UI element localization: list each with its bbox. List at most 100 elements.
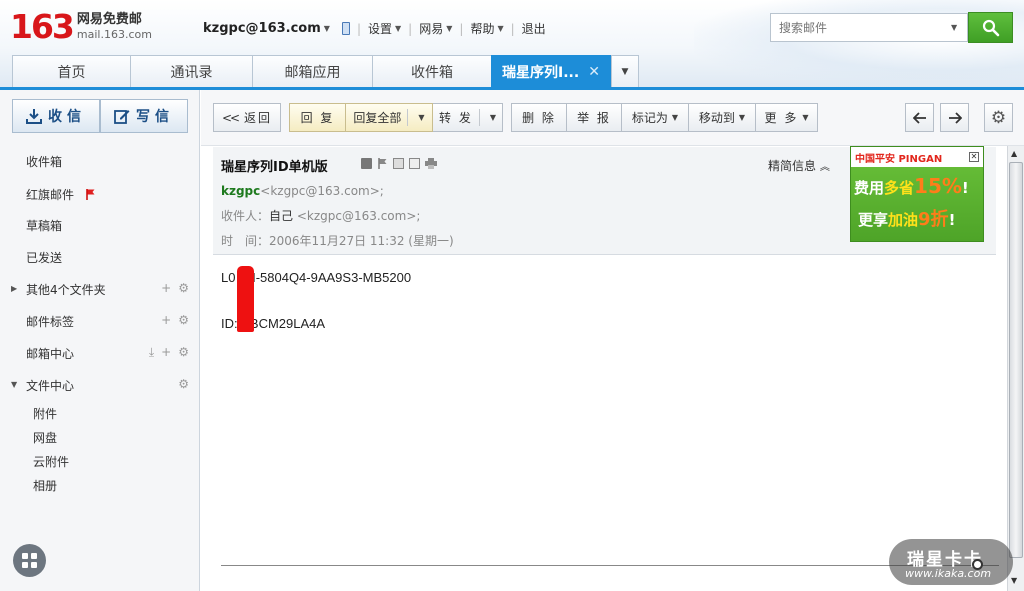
- chevron-down-icon[interactable]: ▼: [395, 24, 401, 33]
- plus-icon[interactable]: +: [161, 313, 171, 327]
- red-redaction-mark: [237, 266, 254, 332]
- brief-info-toggle[interactable]: 精简信息 ︽: [768, 157, 830, 174]
- close-icon[interactable]: ✕: [969, 152, 979, 162]
- sidebar: 收信 写信 收件箱 红旗邮件 草稿箱 已发送 ▶ 其他4个文件夹 + ⚙ 邮件标…: [0, 90, 200, 591]
- top-header: 163 网易免费邮 mail.163.com kzgpc@163.com ▼ |…: [0, 0, 1024, 88]
- plus-icon[interactable]: +: [161, 281, 171, 295]
- search-box[interactable]: ▼: [770, 13, 968, 42]
- chevron-down-icon[interactable]: ▼: [324, 24, 330, 33]
- download-icon[interactable]: ⤓: [149, 345, 154, 360]
- compose-label: 写信: [136, 109, 174, 125]
- gear-icon[interactable]: ⚙: [178, 313, 189, 327]
- mail-toolbar: << 返回 回 复 回复全部 ▼ 转 发 ▼ 删 除 举 报 标记为 ▼ 移动到…: [201, 90, 1024, 146]
- account-name[interactable]: kzgpc@163.com: [203, 21, 321, 36]
- calendar-add-icon[interactable]: [393, 158, 404, 169]
- tab-apps[interactable]: 邮箱应用: [252, 55, 373, 88]
- search-input[interactable]: [779, 20, 949, 35]
- expand-right-icon[interactable]: ▶: [11, 284, 17, 293]
- more-button[interactable]: 更 多 ▼: [756, 103, 818, 132]
- top-nav: kzgpc@163.com ▼ | 设置 ▼ | 网易 ▼ | 帮助 ▼ | 退…: [203, 20, 546, 37]
- report-button[interactable]: 举 报: [567, 103, 622, 132]
- logo[interactable]: 163 网易免费邮 mail.163.com: [10, 10, 152, 44]
- help-menu[interactable]: 帮助: [470, 20, 494, 37]
- receive-button[interactable]: 收信: [12, 99, 100, 133]
- netease-menu[interactable]: 网易: [419, 20, 443, 37]
- double-chevron-left-icon: <<: [221, 110, 240, 125]
- next-mail-button[interactable]: [940, 103, 969, 132]
- plus-icon[interactable]: +: [161, 345, 171, 360]
- sidebar-item-label: 红旗邮件: [26, 188, 75, 202]
- app-grid-button[interactable]: [13, 544, 46, 577]
- expand-down-icon[interactable]: ▼: [11, 380, 17, 389]
- sidebar-item-other-folders[interactable]: 其他4个文件夹: [26, 281, 106, 298]
- scroll-thumb[interactable]: [1009, 162, 1023, 558]
- tab-home[interactable]: 首页: [12, 55, 131, 88]
- mail-to: 收件人：自己 <kzgpc@163.com>;: [221, 209, 421, 223]
- chevron-down-icon[interactable]: ▼: [490, 113, 496, 122]
- sidebar-item-inbox[interactable]: 收件箱: [26, 153, 62, 170]
- compose-icon: [114, 108, 130, 124]
- tab-inbox[interactable]: 收件箱: [372, 55, 492, 88]
- gear-icon[interactable]: ⚙: [178, 377, 189, 391]
- recipient-name[interactable]: 自己: [269, 209, 293, 223]
- tab-current-mail[interactable]: 瑞星序列I... ✕: [491, 55, 611, 88]
- search-button[interactable]: [968, 12, 1013, 43]
- vertical-scrollbar[interactable]: ▲ ▼: [1007, 146, 1024, 591]
- chevron-up-icon: ︽: [819, 162, 830, 173]
- settings-button[interactable]: ⚙: [984, 103, 1013, 132]
- chevron-down-icon[interactable]: ▼: [951, 23, 957, 32]
- search-icon: [982, 19, 999, 36]
- mail-time-value: 2006年11月27日 11:32 (星期一): [269, 234, 454, 248]
- sender-name[interactable]: kzgpc: [221, 184, 260, 198]
- prev-mail-button[interactable]: [905, 103, 934, 132]
- gear-icon[interactable]: ⚙: [178, 345, 189, 360]
- dropdown-icon[interactable]: [361, 158, 372, 169]
- receive-label: 收信: [48, 109, 86, 125]
- gear-icon[interactable]: ⚙: [178, 281, 189, 295]
- arrow-right-icon: [948, 111, 962, 124]
- tab-more-button[interactable]: ▼: [611, 55, 639, 88]
- move-to-button[interactable]: 移动到 ▼: [689, 103, 756, 132]
- compose-button[interactable]: 写信: [100, 99, 188, 133]
- logout-link[interactable]: 退出: [522, 20, 546, 37]
- scroll-down-icon[interactable]: ▼: [1011, 576, 1017, 585]
- ad-line-2: 更享加油9折!: [858, 209, 956, 230]
- sidebar-sub-attachments[interactable]: 附件: [33, 405, 57, 422]
- chevron-down-icon: ▼: [802, 113, 809, 122]
- note-icon[interactable]: [409, 158, 420, 169]
- chevron-down-icon: ▼: [738, 113, 746, 122]
- pingan-ad-banner[interactable]: 中国平安 PINGAN ✕ 费用多省15%! 更享加油9折!: [850, 146, 984, 242]
- back-button[interactable]: << 返回: [213, 103, 281, 132]
- sidebar-item-mail-center[interactable]: 邮箱中心: [26, 345, 74, 362]
- sidebar-item-flagged[interactable]: 红旗邮件: [26, 186, 96, 203]
- sidebar-item-labels[interactable]: 邮件标签: [26, 313, 74, 330]
- sidebar-sub-netdisk[interactable]: 网盘: [33, 429, 57, 446]
- mark-as-button[interactable]: 标记为 ▼: [622, 103, 689, 132]
- sidebar-sub-cloud-attachments[interactable]: 云附件: [33, 453, 69, 470]
- reply-all-button[interactable]: 回复全部 ▼: [346, 103, 433, 132]
- ikaka-watermark: 瑞星卡卡 www.ikaka.com: [889, 539, 1013, 585]
- chevron-down-icon[interactable]: ▼: [446, 24, 452, 33]
- reply-button[interactable]: 回 复: [289, 103, 346, 132]
- chevron-down-icon[interactable]: ▼: [418, 113, 424, 122]
- sidebar-item-sent[interactable]: 已发送: [26, 249, 62, 266]
- sender-address: <kzgpc@163.com>;: [260, 184, 384, 198]
- body-divider: [221, 565, 999, 566]
- chevron-down-icon: ▼: [671, 113, 679, 122]
- mail-time: 时 间：2006年11月27日 11:32 (星期一): [221, 234, 454, 248]
- sidebar-item-file-center[interactable]: 文件中心: [26, 377, 74, 394]
- settings-menu[interactable]: 设置: [368, 20, 392, 37]
- mobile-icon[interactable]: [341, 22, 350, 35]
- sidebar-sub-albums[interactable]: 相册: [33, 477, 57, 494]
- chevron-down-icon: ▼: [621, 67, 629, 77]
- gear-icon: ⚙: [990, 107, 1007, 128]
- print-icon[interactable]: [425, 158, 437, 169]
- tab-contacts[interactable]: 通讯录: [130, 55, 253, 88]
- flag-icon[interactable]: [377, 158, 388, 169]
- forward-button[interactable]: 转 发 ▼: [433, 103, 503, 132]
- chevron-down-icon[interactable]: ▼: [497, 24, 503, 33]
- scroll-up-icon[interactable]: ▲: [1011, 149, 1017, 158]
- delete-button[interactable]: 删 除: [511, 103, 567, 132]
- sidebar-item-drafts[interactable]: 草稿箱: [26, 217, 62, 234]
- close-icon[interactable]: ✕: [588, 64, 600, 80]
